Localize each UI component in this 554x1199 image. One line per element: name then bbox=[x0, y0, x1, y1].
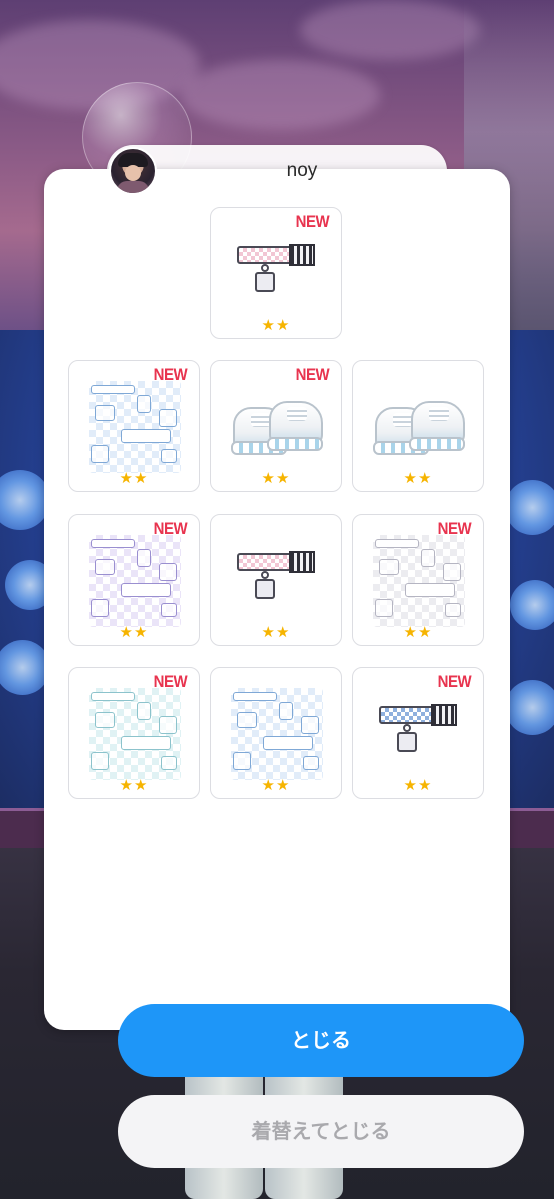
sticker-item-image bbox=[87, 688, 183, 780]
new-badge: NEW bbox=[153, 365, 187, 384]
sticker-item-image bbox=[229, 688, 325, 780]
flower bbox=[505, 480, 554, 535]
avatar bbox=[109, 147, 157, 195]
item-card[interactable]: ★★ bbox=[352, 360, 484, 492]
sticker-item-image bbox=[87, 535, 183, 627]
item-card[interactable]: NEW ★★ bbox=[210, 207, 342, 339]
rarity-stars: ★★ bbox=[403, 776, 433, 794]
new-badge: NEW bbox=[295, 212, 329, 231]
sticker-item-image bbox=[87, 381, 183, 473]
shoes-item-image bbox=[229, 381, 325, 469]
item-card[interactable]: ★★ bbox=[210, 667, 342, 799]
item-card[interactable]: NEW ★★ bbox=[210, 360, 342, 492]
rarity-stars: ★★ bbox=[261, 623, 291, 641]
flower bbox=[510, 580, 554, 630]
rarity-stars: ★★ bbox=[261, 776, 291, 794]
item-card[interactable]: NEW ★★ bbox=[352, 667, 484, 799]
item-result-dialog: NEW ★★ NEW ★★ NEW ★★ ★★ NEW ★★ ★★ NEW ★★ NEW ★★ ★★ NEW ★… bbox=[44, 169, 524, 1168]
railing bbox=[505, 808, 554, 848]
cloud bbox=[300, 0, 480, 60]
item-card[interactable]: ★★ bbox=[210, 514, 342, 646]
choker-item-image bbox=[229, 535, 325, 623]
username: noy bbox=[286, 160, 318, 181]
rarity-stars: ★★ bbox=[119, 469, 149, 487]
new-badge: NEW bbox=[295, 365, 329, 384]
new-badge: NEW bbox=[437, 672, 471, 691]
change-and-close-button[interactable]: 着替えてとじる bbox=[118, 1095, 524, 1168]
new-badge: NEW bbox=[153, 672, 187, 691]
rarity-stars: ★★ bbox=[261, 469, 291, 487]
rarity-stars: ★★ bbox=[403, 469, 433, 487]
rarity-stars: ★★ bbox=[119, 776, 149, 794]
item-card[interactable]: NEW ★★ bbox=[68, 360, 200, 492]
item-card[interactable]: NEW ★★ bbox=[352, 514, 484, 646]
close-button[interactable]: とじる bbox=[118, 1004, 524, 1077]
sticker-item-image bbox=[371, 535, 467, 627]
flower bbox=[505, 680, 554, 735]
new-badge: NEW bbox=[437, 519, 471, 538]
choker-item-image bbox=[229, 228, 325, 316]
choker-item-image bbox=[371, 688, 467, 776]
shoes-item-image bbox=[371, 381, 467, 469]
item-card[interactable]: NEW ★★ bbox=[68, 514, 200, 646]
cloud bbox=[180, 60, 380, 130]
rarity-stars: ★★ bbox=[119, 623, 149, 641]
rarity-stars: ★★ bbox=[403, 623, 433, 641]
new-badge: NEW bbox=[153, 519, 187, 538]
item-card[interactable]: NEW ★★ bbox=[68, 667, 200, 799]
rarity-stars: ★★ bbox=[261, 316, 291, 334]
